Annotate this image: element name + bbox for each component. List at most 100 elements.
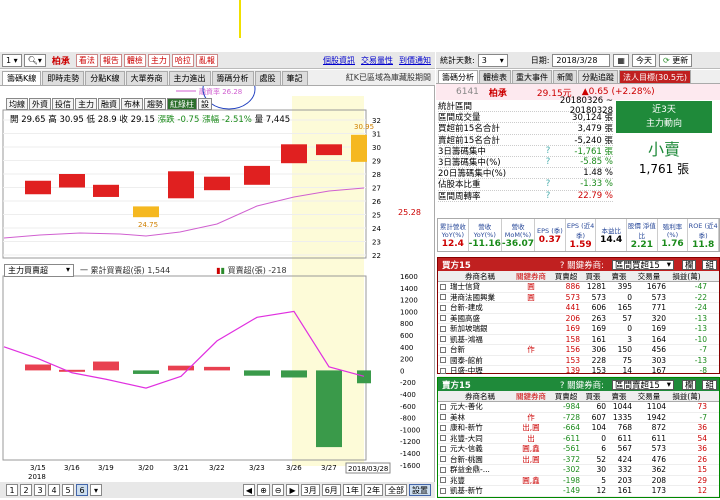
row-checkbox[interactable] <box>440 424 446 431</box>
col-header[interactable]: 賣張 <box>606 391 632 401</box>
tab-chip[interactable]: 籌碼分析 <box>438 70 478 83</box>
row-checkbox[interactable] <box>440 304 446 311</box>
zoom-in-icon[interactable]: ⊕ <box>257 484 270 496</box>
panel-group-button[interactable]: 組 <box>702 259 717 271</box>
today-button[interactable]: 今天 <box>631 53 656 67</box>
col-header[interactable]: 買張 <box>580 271 606 281</box>
btn-rumor[interactable]: 亂報 <box>195 53 218 67</box>
btn-3m[interactable]: 3月 <box>300 484 320 496</box>
col-header[interactable]: 交易量 <box>632 391 666 401</box>
tab-disposal[interactable]: 處股 <box>254 71 281 85</box>
col-header[interactable]: 買賣超 <box>552 391 580 401</box>
btn-settings[interactable]: 設 <box>198 98 212 110</box>
row-checkbox[interactable] <box>440 357 446 364</box>
row-checkbox[interactable] <box>440 477 446 484</box>
tab-events[interactable]: 重大事件 <box>512 70 552 83</box>
btn-all[interactable]: 全部 <box>385 484 407 496</box>
scroll-left-button[interactable]: ◀ <box>242 484 256 496</box>
chart-area[interactable]: 融資率 26.28 32 31 30 29 28 27 26 25 24 23 22 25.28 30.9… <box>0 68 435 498</box>
col-header[interactable]: 關鍵券商 <box>510 391 552 401</box>
date-picker[interactable]: 2018/3/28 <box>552 53 611 67</box>
btn-checkup[interactable]: 體檢 <box>123 53 146 67</box>
col-header[interactable]: 賣張 <box>606 271 632 281</box>
refresh-button[interactable]: ⟳ 更新 <box>658 53 693 67</box>
row-checkbox[interactable] <box>440 487 446 494</box>
row-checkbox[interactable] <box>440 445 446 452</box>
btn-trust[interactable]: 投信 <box>52 98 74 110</box>
zoom-out-icon[interactable]: ⊖ <box>271 484 285 496</box>
panel-col-button[interactable]: 欄 <box>681 259 697 271</box>
btn-page-6[interactable]: 6 <box>76 484 88 496</box>
btn-chat[interactable]: 哈拉 <box>171 53 194 67</box>
table-row[interactable]: 凱基-新竹 -149 12 161 173 12 <box>438 486 719 497</box>
btn-redgreen[interactable]: 紅綠柱 <box>167 98 197 110</box>
col-header[interactable] <box>438 391 448 401</box>
tab-branch-track[interactable]: 分點追蹤 <box>578 70 618 83</box>
btn-page-1[interactable]: 1 <box>6 484 18 496</box>
row-checkbox[interactable] <box>440 435 446 442</box>
row-checkbox[interactable] <box>440 456 446 463</box>
row-checkbox[interactable] <box>440 346 446 353</box>
col-header[interactable]: 買張 <box>580 391 606 401</box>
period-select[interactable]: 1 ▾ <box>2 53 22 67</box>
tab-chip-k[interactable]: 籌碼K線 <box>2 71 42 85</box>
btn-report[interactable]: 報告 <box>99 53 122 67</box>
btn-6m[interactable]: 6月 <box>321 484 341 496</box>
link-price-alert[interactable]: 到價通知 <box>399 55 431 66</box>
tab-realtime[interactable]: 即時走勢 <box>42 71 85 85</box>
btn-page-2[interactable]: 2 <box>20 484 32 496</box>
col-header[interactable]: 交易量 <box>632 271 666 281</box>
indicator-select[interactable]: 主力買賣超 ▾ <box>4 263 74 277</box>
btn-page-5[interactable]: 5 <box>62 484 74 496</box>
btn-dropdown[interactable]: ▾ <box>90 484 102 496</box>
btn-trend[interactable]: 趨勢 <box>144 98 166 110</box>
btn-2y[interactable]: 2年 <box>363 484 383 496</box>
col-header[interactable]: 券商名稱 <box>448 391 510 401</box>
col-header[interactable]: 買賣超 <box>552 271 580 281</box>
btn-1y[interactable]: 1年 <box>342 484 362 496</box>
row-checkbox[interactable] <box>440 283 446 290</box>
tab-branch-k[interactable]: 分點K線 <box>85 71 125 85</box>
col-header[interactable]: 券商名稱 <box>448 271 510 281</box>
row-checkbox[interactable] <box>440 336 446 343</box>
row-checkbox[interactable] <box>440 294 446 301</box>
tab-news[interactable]: 新聞 <box>553 70 577 83</box>
panel-col-button[interactable]: 欄 <box>681 379 697 391</box>
panel-group-button[interactable]: 組 <box>702 379 717 391</box>
search-button[interactable]: 🔍︎▾ <box>23 53 46 67</box>
btn-margin[interactable]: 融資 <box>98 98 120 110</box>
btn-ma[interactable]: 均線 <box>6 98 28 110</box>
link-trade-volume[interactable]: 交易量性 <box>361 55 393 66</box>
tab-target[interactable]: 法人目標(30.5元) <box>619 70 692 83</box>
tab-chip-analysis[interactable]: 籌碼分析 <box>211 71 254 85</box>
row-checkbox[interactable] <box>440 466 446 473</box>
row-checkbox[interactable] <box>440 414 446 421</box>
row-checkbox[interactable] <box>440 367 446 374</box>
btn-view[interactable]: 看法 <box>75 53 98 67</box>
scroll-right-button[interactable]: ▶ <box>286 484 299 496</box>
row-checkbox[interactable] <box>440 403 446 410</box>
btn-bollinger[interactable]: 布林 <box>121 98 143 110</box>
btn-setup[interactable]: 設置 <box>409 484 431 496</box>
btn-page-3[interactable]: 3 <box>34 484 46 496</box>
tab-checkup[interactable]: 體檢表 <box>479 70 511 83</box>
btn-main-force[interactable]: 主力 <box>147 53 170 67</box>
row-checkbox[interactable] <box>440 325 446 332</box>
col-header[interactable] <box>438 271 448 281</box>
calendar-icon[interactable]: ▦ <box>613 53 629 67</box>
col-header[interactable]: 損益(萬) <box>666 271 711 281</box>
tab-large-broker[interactable]: 大單券商 <box>125 71 168 85</box>
table-row[interactable]: 日盛-中壢 139 153 14 167 -8 <box>438 366 719 377</box>
panel-select[interactable]: 區間賣超15 ▾ <box>611 379 674 391</box>
btn-foreign[interactable]: 外資 <box>29 98 51 110</box>
panel-select[interactable]: 區間買超15 ▾ <box>611 259 674 271</box>
btn-mainforce[interactable]: 主力 <box>75 98 97 110</box>
btn-page-4[interactable]: 4 <box>48 484 60 496</box>
col-header[interactable]: 損益(萬) <box>666 391 711 401</box>
days-select[interactable]: 3 ▾ <box>477 53 508 67</box>
col-header[interactable]: 關鍵券商 <box>510 271 552 281</box>
tab-main-inout[interactable]: 主力進出 <box>168 71 211 85</box>
row-checkbox[interactable] <box>440 315 446 322</box>
tab-notes[interactable]: 筆記 <box>281 71 308 85</box>
link-stock-info[interactable]: 個股資訊 <box>323 55 355 66</box>
